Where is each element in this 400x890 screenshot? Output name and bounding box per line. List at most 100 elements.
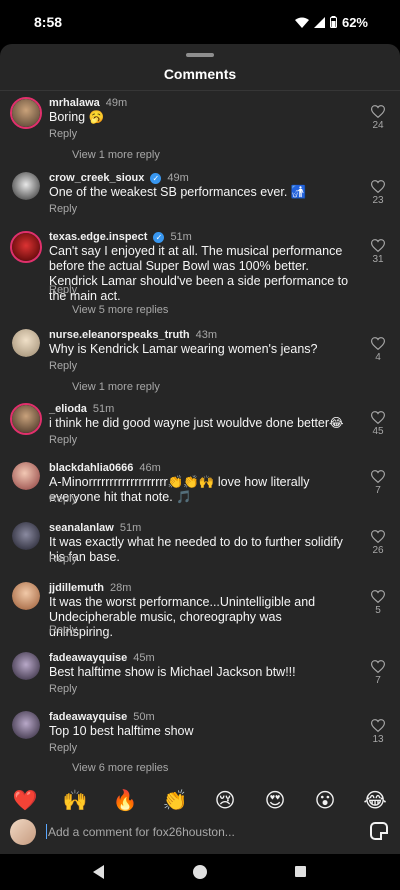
comment-time: 43m — [195, 329, 218, 341]
comment-text: Top 10 best halftime show — [49, 724, 194, 738]
emoji-raised-hands[interactable]: 🙌 — [60, 788, 90, 813]
status-bar: 8:58 62% — [0, 0, 400, 44]
like-count: 24 — [372, 120, 384, 131]
avatar[interactable] — [10, 403, 42, 435]
sticker-icon[interactable] — [370, 822, 388, 840]
emoji-heart[interactable]: ❤️ — [10, 788, 40, 813]
avatar[interactable] — [12, 522, 40, 550]
reply-button[interactable]: Reply — [49, 360, 77, 372]
heart-icon — [371, 239, 385, 252]
comment-username[interactable]: blackdahlia0666 — [49, 462, 133, 474]
view-replies-button[interactable]: View 1 more reply — [72, 149, 160, 161]
emoji-fire[interactable]: 🔥 — [110, 788, 140, 813]
like-count: 13 — [372, 734, 384, 745]
drag-handle[interactable] — [186, 53, 214, 57]
like-count: 45 — [372, 426, 384, 437]
avatar[interactable] — [12, 582, 40, 610]
comment-text: One of the weakest SB performances ever.… — [49, 185, 307, 199]
view-replies-button[interactable]: View 5 more replies — [72, 304, 168, 316]
emoji-heart-eyes[interactable]: 😍 — [260, 788, 290, 813]
avatar[interactable] — [12, 462, 40, 490]
comment-username[interactable]: texas.edge.inspect — [49, 231, 147, 243]
heart-icon — [371, 470, 385, 483]
like-count: 26 — [372, 545, 384, 556]
heart-icon — [371, 337, 385, 350]
comment-username[interactable]: nurse.eleanorspeaks_truth — [49, 329, 190, 341]
comment-text: It was exactly what he needed to do to f… — [49, 535, 343, 564]
like-count: 31 — [372, 254, 384, 265]
comment-time: 50m — [133, 711, 155, 723]
like-button[interactable]: 7 — [366, 470, 390, 496]
like-button[interactable]: 4 — [366, 337, 390, 363]
like-button[interactable]: 24 — [366, 105, 390, 131]
view-replies-button[interactable]: View 6 more replies — [72, 762, 168, 774]
heart-icon — [371, 530, 385, 543]
my-avatar — [10, 819, 36, 845]
reply-button[interactable]: Reply — [49, 284, 77, 296]
status-icons: 62% — [294, 14, 368, 30]
avatar[interactable] — [12, 172, 40, 200]
emoji-clap[interactable]: 👏 — [160, 788, 190, 813]
comment-time: 49m — [105, 97, 128, 109]
recents-icon[interactable] — [295, 866, 306, 877]
status-time: 8:58 — [34, 14, 63, 30]
like-button[interactable]: 23 — [366, 180, 390, 206]
comments-sheet: Comments mrhalawa 49m Boring 🥱 Reply 24 V… — [0, 44, 400, 854]
sheet-title: Comments — [163, 66, 237, 82]
avatar[interactable] — [10, 231, 42, 263]
comment-username[interactable]: _elioda — [49, 403, 87, 415]
comment-text: Why is Kendrick Lamar wearing women's je… — [49, 342, 318, 356]
battery-icon — [329, 16, 337, 28]
battery-percent: 62% — [341, 14, 368, 30]
like-button[interactable]: 31 — [366, 239, 390, 265]
emoji-laughing[interactable]: 😂 — [360, 788, 390, 813]
comment-text: A-Minorrrrrrrrrrrrrrrrrrr👏👏🙌 love how li… — [49, 475, 310, 504]
like-button[interactable]: 13 — [366, 719, 390, 745]
comment-username[interactable]: jjdillemuth — [49, 582, 104, 594]
like-button[interactable]: 5 — [366, 590, 390, 616]
reply-button[interactable]: Reply — [49, 434, 77, 446]
comment-time: 28m — [110, 582, 132, 594]
like-button[interactable]: 26 — [366, 530, 390, 556]
emoji-quick-bar: ❤️ 🙌 🔥 👏 😢 😍 😮 😂 — [0, 784, 400, 816]
reply-button[interactable]: Reply — [49, 128, 77, 140]
avatar[interactable] — [12, 711, 40, 739]
heart-icon — [371, 719, 385, 732]
comment-text: Boring 🥱 — [49, 110, 105, 124]
reply-button[interactable]: Reply — [49, 553, 77, 565]
divider — [0, 90, 400, 91]
heart-icon — [371, 411, 385, 424]
emoji-surprised[interactable]: 😮 — [310, 788, 340, 813]
reply-button[interactable]: Reply — [49, 624, 77, 636]
comment-time: 51m — [119, 522, 142, 534]
reply-button[interactable]: Reply — [49, 683, 77, 695]
reply-button[interactable]: Reply — [49, 493, 77, 505]
comment-username[interactable]: fadeawayquise — [49, 652, 127, 664]
like-button[interactable]: 7 — [366, 660, 390, 686]
avatar[interactable] — [10, 97, 42, 129]
comment-composer: Add a comment for fox26houston... — [0, 816, 400, 854]
like-count: 7 — [375, 485, 381, 496]
back-icon[interactable] — [93, 865, 104, 879]
comment-username[interactable]: seanalanlaw — [49, 522, 114, 534]
home-icon[interactable] — [193, 865, 207, 879]
comment-username[interactable]: crow_creek_sioux — [49, 172, 144, 184]
reply-button[interactable]: Reply — [49, 203, 77, 215]
comment-username[interactable]: fadeawayquise — [49, 711, 127, 723]
like-count: 23 — [372, 195, 384, 206]
like-button[interactable]: 45 — [366, 411, 390, 437]
comment-input[interactable]: Add a comment for fox26houston... — [48, 825, 235, 839]
emoji-crying[interactable]: 😢 — [210, 788, 240, 813]
avatar[interactable] — [12, 652, 40, 680]
comment-text: Can't say I enjoyed it at all. The music… — [49, 244, 349, 303]
heart-icon — [371, 180, 385, 193]
comment-username[interactable]: mrhalawa — [49, 97, 100, 109]
reply-button[interactable]: Reply — [49, 742, 77, 754]
wifi-icon — [294, 17, 309, 28]
comment-time: 49m — [167, 172, 189, 184]
comment-time: 51m — [92, 403, 115, 415]
avatar[interactable] — [12, 329, 40, 357]
comment-text: It was the worst performance...Unintelli… — [49, 595, 316, 639]
comment-time: 45m — [133, 652, 155, 664]
view-replies-button[interactable]: View 1 more reply — [72, 381, 160, 393]
